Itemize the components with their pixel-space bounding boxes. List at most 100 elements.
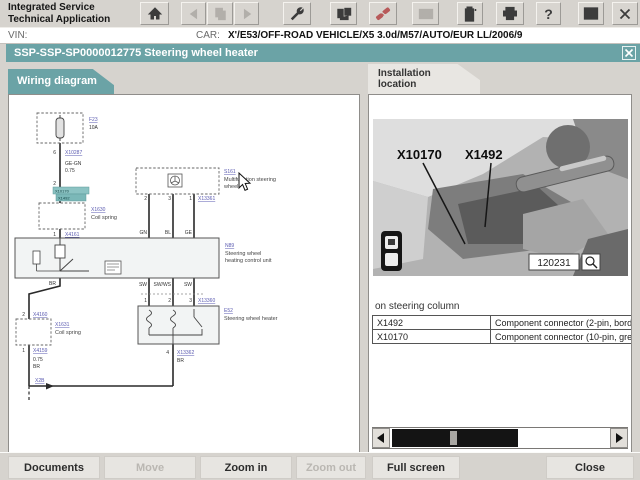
coil-spring-2-wire-color: BR (33, 364, 40, 370)
control-unit-code-link[interactable]: N89 (225, 243, 234, 249)
move-button[interactable]: Move (104, 456, 196, 479)
table-row[interactable]: X10170 Component connector (10-pin, gree… (372, 329, 631, 344)
sw-wire-3: GE (185, 230, 193, 236)
app-close-button[interactable] (612, 2, 638, 25)
document-close-button[interactable] (622, 46, 636, 60)
mouse-cursor (238, 171, 252, 191)
workshop-system-icon (336, 7, 351, 20)
zoom-in-button[interactable]: Zoom in (200, 456, 292, 479)
tab-wiring-diagram[interactable]: Wiring diagram (8, 69, 114, 95)
car-door-indicator-icon (381, 231, 402, 271)
scrollbar-grip (450, 431, 457, 445)
battery-icon (464, 6, 477, 22)
installation-location-panel: X10170 X1492 120231 on steering column X… (368, 94, 632, 455)
table-row[interactable]: X1492 Component connector (2-pin, bordea… (372, 315, 631, 330)
cu-wire-1: SW (139, 282, 147, 288)
bottom-button-bar: Documents Move Zoom in Zoom out Full scr… (0, 452, 640, 480)
sw-pin-2: 3 (168, 196, 171, 202)
wiring-diagram[interactable]: F23 10A 6 X10287 GE-GN 0.75 2 X10170 X14… (9, 95, 359, 454)
refresh-page-button[interactable] (207, 2, 233, 25)
full-screen-button[interactable]: Full screen (372, 456, 460, 479)
battery-button[interactable] (457, 2, 483, 25)
window-minimize-icon (583, 7, 599, 20)
heater-code-link[interactable]: E52 (224, 308, 233, 314)
photo-zoom-button[interactable] (581, 253, 601, 271)
close-icon (624, 48, 634, 58)
car-label: CAR: (196, 30, 220, 41)
sw-wire-1: GN (140, 230, 148, 236)
mail-button[interactable] (412, 2, 439, 25)
scroll-right-button[interactable] (610, 428, 628, 448)
horizontal-scrollbar (372, 427, 628, 449)
document-title-bar: SSP-SSP-SP0000012775 Steering wheel heat… (6, 44, 640, 62)
highlight-connector-1: X10170 (55, 188, 70, 193)
cu-connector-link[interactable]: X13360 (198, 298, 215, 304)
forward-icon (243, 8, 251, 19)
refresh-page-icon (214, 7, 226, 21)
back-button[interactable] (181, 2, 206, 25)
tab-installation-label-2: location (378, 79, 417, 90)
close-icon (619, 8, 631, 19)
connector-table: X1492 Component connector (2-pin, bordea… (372, 315, 631, 344)
photo-label-x1492: X1492 (465, 147, 503, 162)
control-unit-name-2: heating control unit (225, 258, 272, 264)
coil-spring-1-pin: 1 (53, 232, 56, 238)
coil-spring-1-box (38, 202, 86, 230)
coil-spring-1-code-link[interactable]: X1630 (91, 207, 106, 213)
sw-pin-1: 2 (144, 196, 147, 202)
coil-spring-2-connector-out-link[interactable]: X4159 (33, 348, 48, 354)
relay-coil-symbol (54, 244, 66, 259)
ground-arrow-icon (46, 383, 54, 390)
connector-id: X1492 (372, 315, 491, 330)
documents-button[interactable]: Documents (8, 456, 100, 479)
fuse-symbol (36, 112, 84, 144)
highlighted-connectors[interactable]: X10170 X1492 (52, 186, 90, 202)
photo-label-x10170: X10170 (397, 147, 442, 162)
tools-button[interactable] (283, 2, 311, 25)
car-value: X'/E53/OFF-ROAD VEHICLE/X5 3.0d/M57/AUTO… (228, 30, 523, 41)
ista-application-window: { "app": { "title_line1": "Integrated Se… (0, 0, 640, 480)
ground-code-link[interactable]: X2B (35, 378, 45, 384)
scroll-left-button[interactable] (372, 428, 390, 448)
connection-button[interactable] (369, 2, 397, 25)
fuse-code-link[interactable]: F23 (89, 117, 98, 123)
scroll-left-icon (377, 433, 384, 443)
help-button[interactable]: ? (536, 2, 561, 25)
coil-spring-1-connector-link[interactable]: X4161 (65, 232, 80, 238)
coil-spring-2-box (15, 318, 52, 346)
print-button[interactable] (496, 2, 524, 25)
heater-connector-link[interactable]: X13362 (177, 350, 194, 356)
coil-spring-2-wire-gauge: 0.75 (33, 357, 43, 363)
window-minimize-button[interactable] (578, 2, 604, 25)
vin-label: VIN: (8, 30, 28, 41)
home-button[interactable] (140, 2, 169, 25)
steering-wheel-code-link[interactable]: S161 (224, 169, 236, 175)
supply-connector-link[interactable]: X10287 (65, 150, 82, 156)
supply-pin: 2 (53, 181, 56, 187)
scrollbar-thumb[interactable] (392, 429, 518, 447)
zoom-out-button[interactable]: Zoom out (296, 456, 366, 479)
steering-wheel-name-1: Multifunction steering (224, 177, 276, 183)
coil-spring-2-code-link[interactable]: X1631 (55, 322, 70, 328)
tab-installation-location[interactable]: Installation location (368, 64, 480, 95)
connector-desc: Component connector (2-pin, bordeaux (490, 315, 631, 330)
control-unit-box (14, 237, 220, 279)
image-number-box: 120231 (528, 253, 580, 271)
help-icon: ? (544, 5, 553, 22)
back-icon (189, 8, 197, 19)
app-title: Integrated Service Technical Application (8, 2, 111, 25)
coil-spring-2-pin-out: 1 (22, 348, 25, 354)
steering-wheel-name-2: wheel (223, 184, 238, 190)
close-button[interactable]: Close (546, 456, 634, 479)
workshop-system-button[interactable] (330, 2, 357, 25)
heater-box (137, 305, 220, 345)
coil-spring-2-connector-in-link[interactable]: X4160 (33, 312, 48, 318)
mail-icon (418, 8, 433, 19)
connector-id: X10170 (372, 329, 491, 344)
coil-spring-2-name: Coil spring (55, 330, 81, 336)
location-note: on steering column (375, 301, 460, 312)
forward-button[interactable] (234, 2, 259, 25)
home-icon (147, 6, 162, 19)
document-title: SSP-SSP-SP0000012775 Steering wheel heat… (14, 47, 258, 59)
sw-connector-link[interactable]: X13361 (198, 196, 215, 202)
